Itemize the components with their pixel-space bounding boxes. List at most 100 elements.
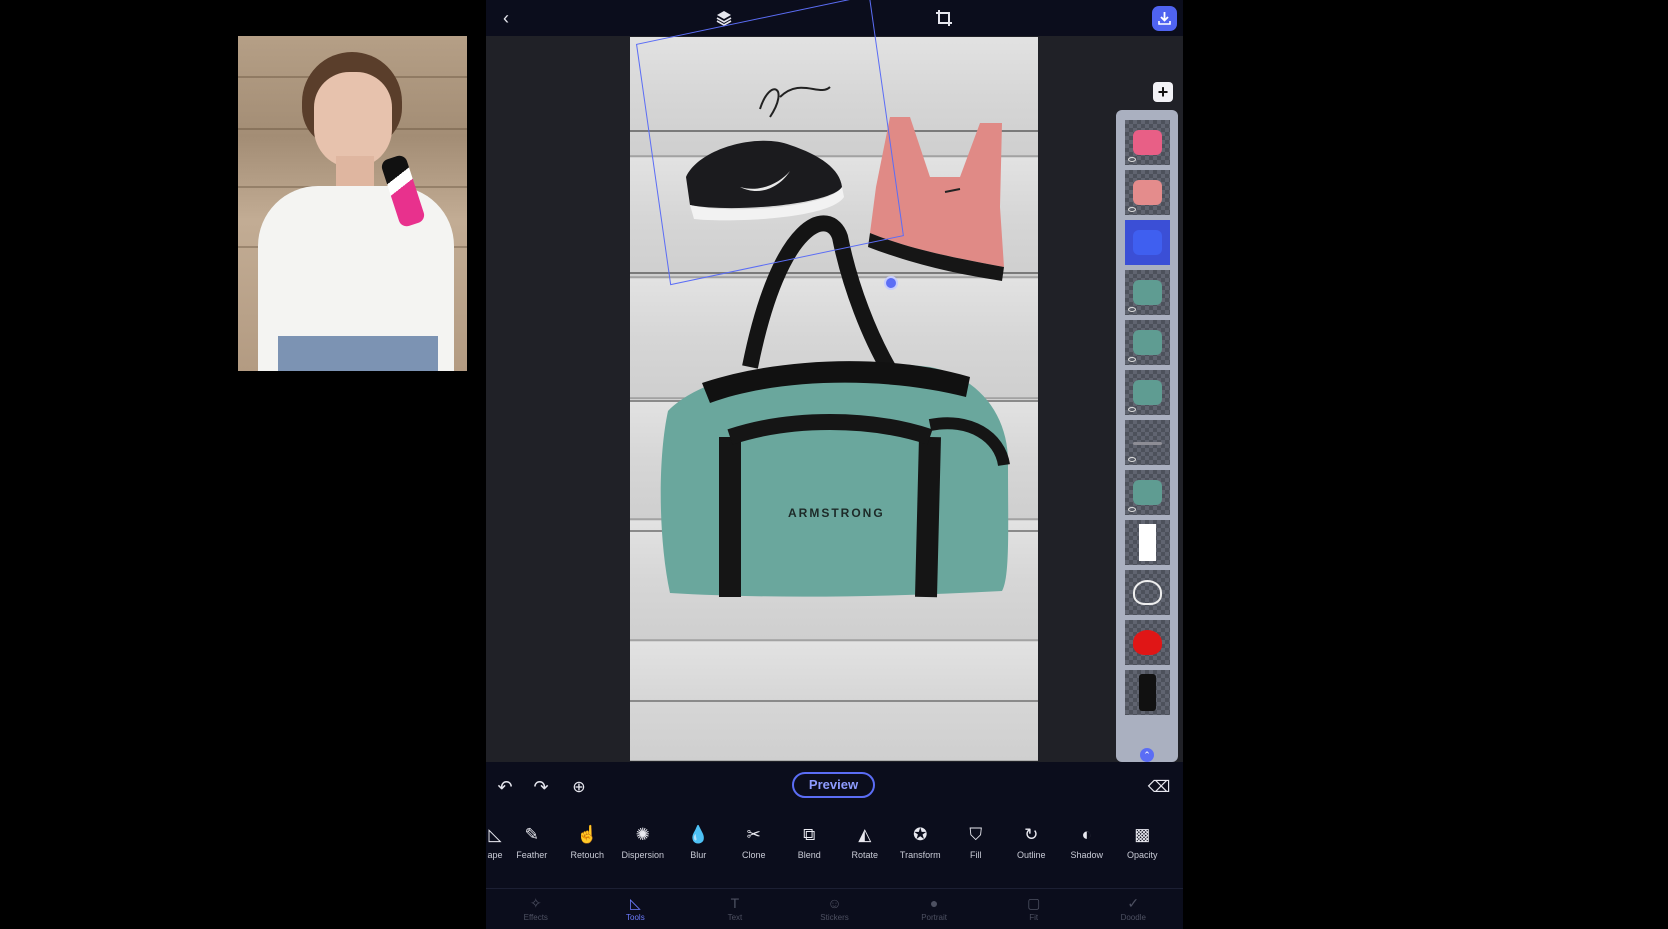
tool-retouch[interactable]: ☝ Retouch bbox=[560, 818, 616, 878]
tab-tools[interactable]: ◺ Tools bbox=[586, 889, 686, 929]
layer-thumbnail[interactable] bbox=[1125, 670, 1170, 715]
tab-doodle[interactable]: ✓ Doodle bbox=[1083, 889, 1183, 929]
photo-editor-app: ‹ ARMSTRONG + ⌃ ↶ ↷ ⊕ Preview ⌫ ◺ ape ✎ … bbox=[486, 0, 1183, 929]
download-icon[interactable] bbox=[1152, 6, 1177, 31]
layer-preview bbox=[1133, 380, 1162, 405]
tool-label: Dispersion bbox=[621, 850, 665, 860]
tool-label: Blend bbox=[797, 850, 821, 860]
effects-icon: ✧ bbox=[529, 895, 542, 911]
layer-preview bbox=[1133, 130, 1162, 155]
tool-shadow[interactable]: ◐ Shadow bbox=[1059, 818, 1115, 878]
layer-preview bbox=[1133, 480, 1162, 505]
eye-icon[interactable] bbox=[1128, 207, 1136, 212]
layer-thumbnail[interactable] bbox=[1125, 570, 1170, 615]
blur-icon: 💧 bbox=[687, 825, 709, 844]
eye-icon[interactable] bbox=[1128, 307, 1136, 312]
eye-icon[interactable] bbox=[1128, 157, 1136, 162]
add-layer-button[interactable]: + bbox=[1153, 82, 1173, 102]
tab-label: Tools bbox=[626, 913, 645, 922]
clone-icon: ✂ bbox=[746, 825, 761, 844]
chevron-left-icon[interactable]: ‹ bbox=[494, 6, 518, 30]
crop-icon[interactable] bbox=[932, 6, 956, 30]
tab-label: Doodle bbox=[1120, 913, 1146, 922]
blend-icon: ⧉ bbox=[803, 825, 816, 844]
tool-transform[interactable]: ✪ Transform bbox=[893, 818, 949, 878]
tool-label: Retouch bbox=[570, 850, 605, 860]
eye-icon[interactable] bbox=[1128, 357, 1136, 362]
tool-opacity[interactable]: ▩ Opacity bbox=[1115, 818, 1171, 878]
tool-outline[interactable]: ↻ Outline bbox=[1004, 818, 1060, 878]
fill-icon: ⛉ bbox=[969, 825, 983, 844]
layer-thumbnail[interactable] bbox=[1125, 370, 1170, 415]
outline-icon: ↻ bbox=[1024, 825, 1039, 844]
tab-label: Effects bbox=[523, 913, 548, 922]
chevron-up-icon[interactable]: ⌃ bbox=[1140, 748, 1154, 762]
presenter-webcam bbox=[238, 36, 467, 371]
eraser-icon[interactable]: ⌫ bbox=[1146, 774, 1172, 800]
text-icon: T bbox=[730, 895, 740, 911]
layer-preview bbox=[1133, 230, 1162, 255]
tool-clone[interactable]: ✂ Clone bbox=[726, 818, 782, 878]
tab-effects[interactable]: ✧ Effects bbox=[486, 889, 586, 929]
layer-preview bbox=[1139, 524, 1156, 561]
layer-preview bbox=[1133, 280, 1162, 305]
layer-preview bbox=[1133, 630, 1162, 655]
layer-preview bbox=[1139, 674, 1156, 711]
tool-label: Feather bbox=[516, 850, 548, 860]
layer-thumbnail[interactable] bbox=[1125, 470, 1170, 515]
tab-label: Stickers bbox=[820, 913, 849, 922]
tool-rotate[interactable]: ◭ Rotate bbox=[837, 818, 893, 878]
layer-thumbnail[interactable] bbox=[1125, 320, 1170, 365]
tool-blur[interactable]: 💧 Blur bbox=[671, 818, 727, 878]
transform-icon: ✪ bbox=[913, 825, 928, 844]
eye-icon[interactable] bbox=[1128, 407, 1136, 412]
screen: ‹ ARMSTRONG + ⌃ ↶ ↷ ⊕ Preview ⌫ ◺ ape ✎ … bbox=[0, 0, 1668, 929]
editing-canvas[interactable]: ARMSTRONG + ⌃ bbox=[486, 0, 1183, 762]
tool-label: Fill bbox=[970, 850, 982, 860]
tool-ape[interactable]: ◺ ape bbox=[486, 818, 504, 878]
tool-label: ape bbox=[487, 850, 503, 860]
layer-thumbnail[interactable] bbox=[1125, 170, 1170, 215]
undo-icon[interactable]: ↶ bbox=[492, 774, 518, 800]
bottom-navigation: ✧ Effects ◺ Tools T Text ☺ Stickers ● Portrait ▢ Fi… bbox=[486, 888, 1183, 929]
redo-icon[interactable]: ↷ bbox=[528, 774, 554, 800]
tool-label: Clone bbox=[741, 850, 766, 860]
layer-thumbnail[interactable] bbox=[1125, 520, 1170, 565]
preview-button[interactable]: Preview bbox=[792, 772, 875, 798]
tool-feather[interactable]: ✎ Feather bbox=[504, 818, 560, 878]
layer-thumbnail[interactable] bbox=[1125, 270, 1170, 315]
rotate-icon: ◭ bbox=[858, 825, 872, 844]
tool-label: Blur bbox=[690, 850, 707, 860]
layer-preview bbox=[1133, 180, 1162, 205]
layer-preview bbox=[1133, 330, 1162, 355]
selection-box[interactable] bbox=[636, 0, 904, 286]
feather-icon: ✎ bbox=[524, 825, 539, 844]
tool-label: Shadow bbox=[1070, 850, 1104, 860]
shadow-icon: ◐ bbox=[1081, 825, 1092, 844]
eye-icon[interactable] bbox=[1128, 507, 1136, 512]
eye-icon[interactable] bbox=[1128, 457, 1136, 462]
tab-label: Text bbox=[727, 913, 743, 922]
layer-thumbnail[interactable] bbox=[1125, 220, 1170, 265]
stickers-icon: ☺ bbox=[827, 895, 842, 911]
tools-icon: ◺ bbox=[629, 895, 641, 911]
tab-text[interactable]: T Text bbox=[685, 889, 785, 929]
tool-label: Outline bbox=[1016, 850, 1046, 860]
tab-fit[interactable]: ▢ Fit bbox=[984, 889, 1084, 929]
tab-portrait[interactable]: ● Portrait bbox=[884, 889, 984, 929]
bag-brand-text: ARMSTRONG bbox=[788, 506, 885, 520]
tool-dispersion[interactable]: ✺ Dispersion bbox=[615, 818, 671, 878]
zoom-in-icon[interactable]: ⊕ bbox=[566, 774, 592, 800]
tool-label: Opacity bbox=[1126, 850, 1158, 860]
opacity-icon: ▩ bbox=[1134, 825, 1151, 844]
layer-thumbnail[interactable] bbox=[1125, 420, 1170, 465]
tab-stickers[interactable]: ☺ Stickers bbox=[785, 889, 885, 929]
tab-label: Fit bbox=[1029, 913, 1039, 922]
layer-thumbnail[interactable] bbox=[1125, 120, 1170, 165]
layer-thumbnail[interactable] bbox=[1125, 620, 1170, 665]
selection-handle[interactable] bbox=[884, 276, 898, 290]
tab-label: Portrait bbox=[921, 913, 947, 922]
doodle-icon: ✓ bbox=[1127, 895, 1140, 911]
tool-fill[interactable]: ⛉ Fill bbox=[948, 818, 1004, 878]
tool-blend[interactable]: ⧉ Blend bbox=[782, 818, 838, 878]
